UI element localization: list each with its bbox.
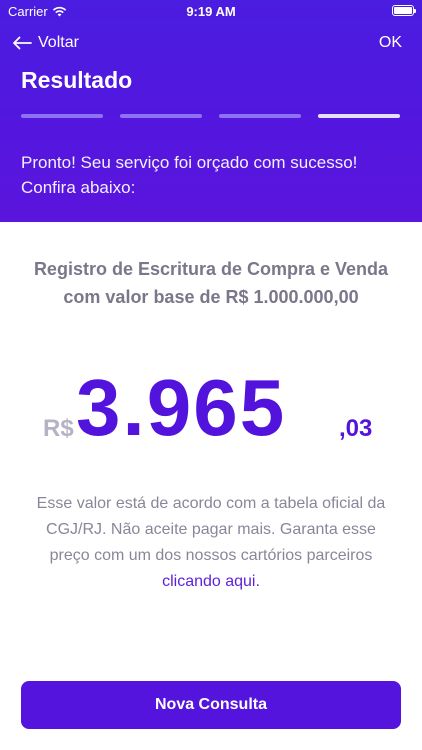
step-indicator-2 — [120, 114, 202, 118]
status-bar: Carrier 9:19 AM — [0, 0, 422, 24]
currency-symbol: R$ — [43, 415, 74, 442]
arrow-left-icon — [13, 36, 32, 50]
status-time: 9:19 AM — [186, 4, 236, 19]
service-description: Registro de Escritura de Compra e Venda … — [33, 259, 389, 307]
new-query-button[interactable]: Nova Consulta — [21, 681, 401, 729]
price-display: R$ 3.965 ,03 — [0, 360, 422, 460]
price-cents: ,03 — [339, 415, 373, 442]
back-label: Voltar — [38, 34, 79, 51]
info-text: Esse valor está de acordo com a tabela o… — [36, 495, 386, 564]
step-progress — [21, 114, 400, 118]
page-title: Resultado — [21, 67, 133, 93]
step-indicator-1 — [21, 114, 103, 118]
step-indicator-4 — [318, 114, 400, 118]
result-header: Carrier 9:19 AM Voltar OK Resultado Pron… — [0, 0, 422, 222]
ok-button[interactable]: OK — [379, 34, 402, 52]
back-button[interactable]: Voltar — [12, 34, 79, 52]
price-info: Esse valor está de acordo com a tabela o… — [28, 491, 394, 595]
partner-link[interactable]: clicando aqui. — [28, 569, 394, 595]
battery-icon — [392, 5, 416, 16]
success-message: Pronto! Seu serviço foi orçado com suces… — [21, 153, 358, 197]
navigation-bar: Voltar OK — [0, 30, 422, 60]
step-indicator-3 — [219, 114, 301, 118]
price-amount: 3.965 — [76, 363, 287, 452]
